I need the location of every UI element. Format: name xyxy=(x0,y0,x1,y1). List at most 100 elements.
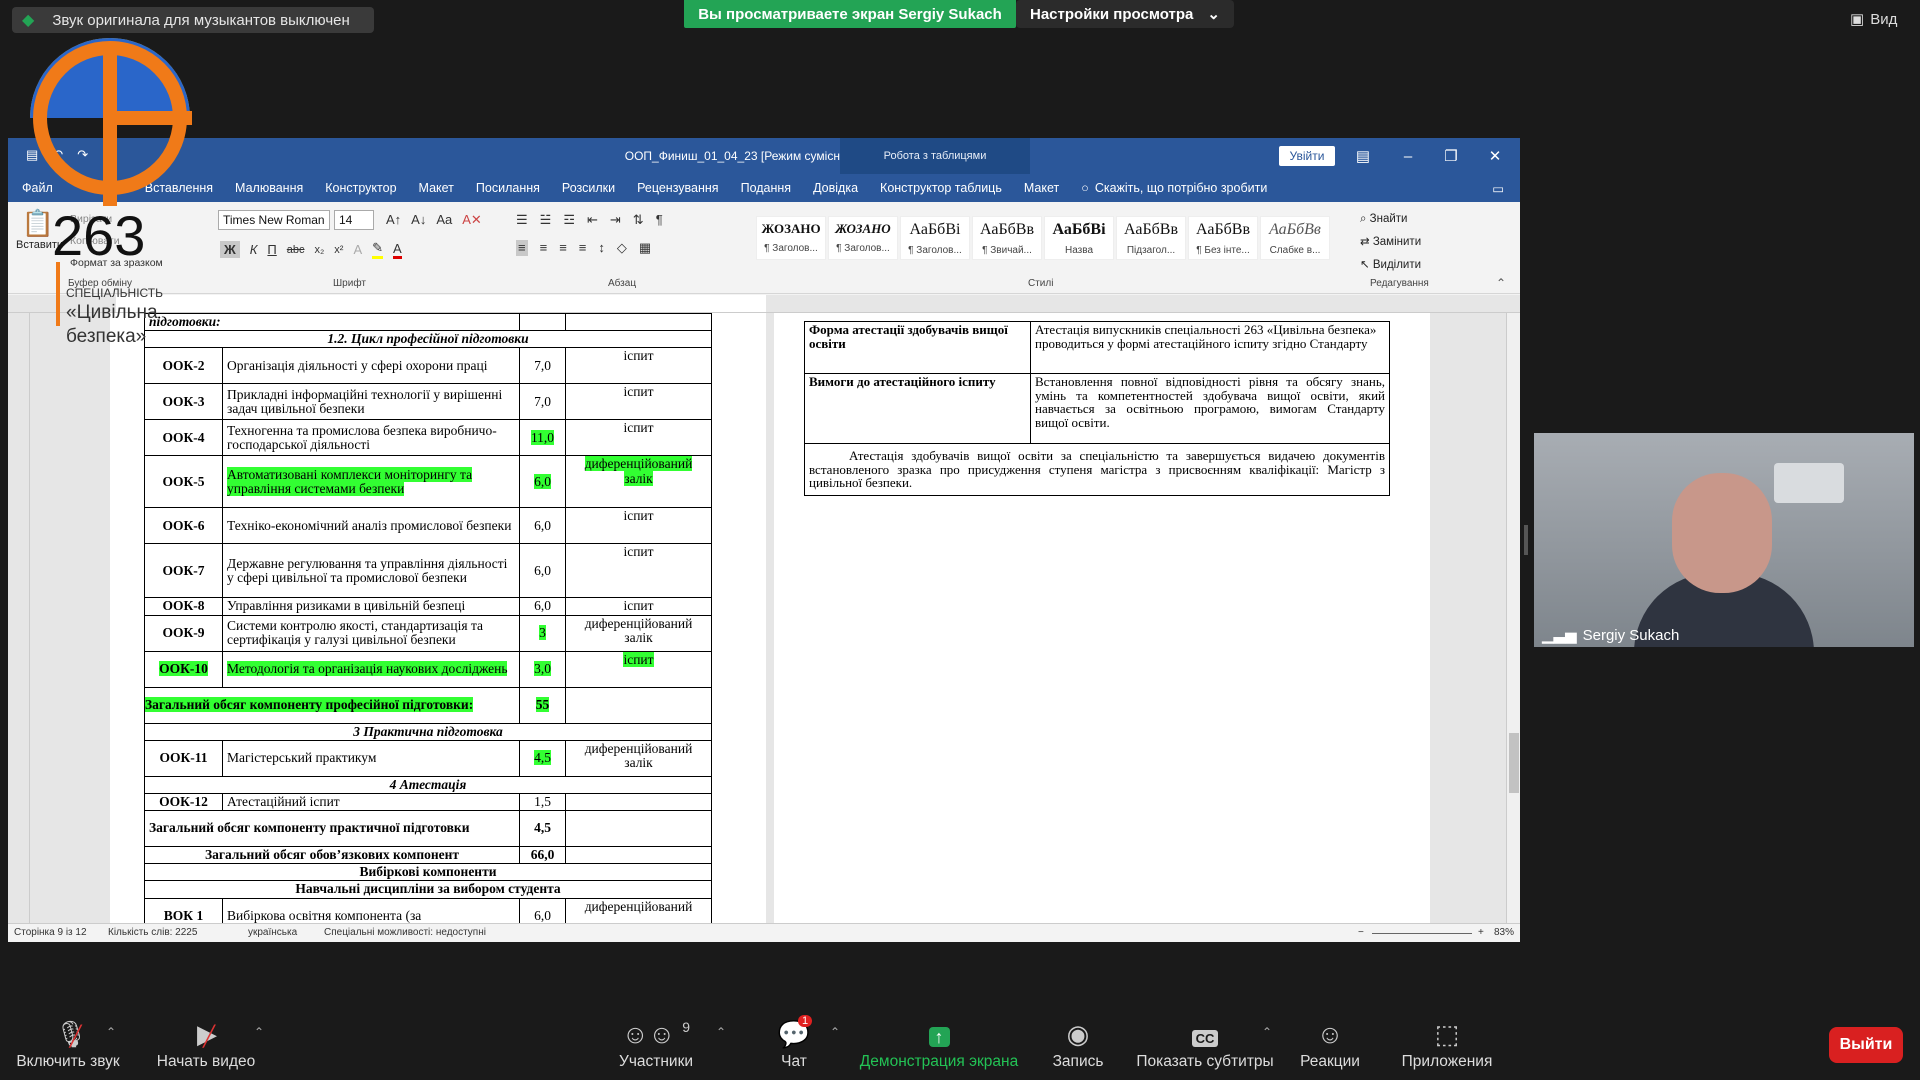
line-spacing-icon[interactable]: ↕ xyxy=(598,240,605,256)
borders-icon[interactable]: ▦ xyxy=(639,240,651,256)
tab-draw[interactable]: Малювання xyxy=(235,181,303,195)
pilcrow-icon[interactable]: ¶ xyxy=(656,212,663,228)
bold-icon[interactable]: Ж xyxy=(220,241,240,258)
increase-indent-icon[interactable]: ⇥ xyxy=(610,212,621,228)
zoom-out-icon[interactable]: − xyxy=(1358,927,1364,938)
participants-options-icon[interactable]: ⌃ xyxy=(716,1025,726,1039)
change-case-icon[interactable]: Aa xyxy=(436,212,452,228)
document-page-left[interactable]: підготовки: 1.2. Цикл професійної підгот… xyxy=(110,312,766,935)
align-left-icon[interactable]: ≡ xyxy=(516,240,528,256)
style-heading-3[interactable]: АаБбВі ¶ Заголов... xyxy=(900,216,970,260)
leave-button[interactable]: Выйти xyxy=(1829,1027,1903,1063)
align-center-icon[interactable]: ≡ xyxy=(540,240,548,256)
minimize-icon[interactable]: – xyxy=(1393,144,1423,168)
participants-button[interactable]: ☺☺ 9 Участники xyxy=(614,1019,698,1071)
style-title[interactable]: АаБбВі Назва xyxy=(1044,216,1114,260)
italic-icon[interactable]: К xyxy=(250,242,258,257)
numbering-icon[interactable]: ☱ xyxy=(540,212,552,228)
font-color-icon[interactable]: A xyxy=(393,241,402,259)
multilevel-list-icon[interactable]: ☲ xyxy=(563,212,575,228)
style-heading-2[interactable]: ЖОЗАНО ¶ Заголов... xyxy=(828,216,898,260)
style-normal[interactable]: АаБбВв ¶ Звичай... xyxy=(972,216,1042,260)
tab-references[interactable]: Посилання xyxy=(476,181,540,195)
decrease-indent-icon[interactable]: ⇤ xyxy=(587,212,598,228)
zoom-slider[interactable] xyxy=(1372,933,1472,934)
start-video-button[interactable]: ▶╱ Начать видео xyxy=(148,1019,264,1071)
tab-design[interactable]: Конструктор xyxy=(325,181,396,195)
shading-icon[interactable]: ◇ xyxy=(617,240,627,256)
zoom-in-icon[interactable]: + xyxy=(1478,927,1484,938)
align-right-icon[interactable]: ≡ xyxy=(559,240,567,256)
tab-help[interactable]: Довідка xyxy=(813,181,858,195)
style-no-spacing[interactable]: АаБбВв ¶ Без інте... xyxy=(1188,216,1258,260)
style-subtitle[interactable]: АаБбВв Підзагол... xyxy=(1116,216,1186,260)
word-title-bar: ▤ ↶ ↷ ООП_Финиш_01_04_23 [Режим суміснос… xyxy=(8,138,1520,174)
air-conditioner xyxy=(1774,463,1844,503)
section-heading: 4 Атестація xyxy=(144,775,712,794)
tab-mailings[interactable]: Розсилки xyxy=(562,181,615,195)
shrink-font-icon[interactable]: A↓ xyxy=(411,212,426,228)
vertical-scrollbar[interactable] xyxy=(1506,313,1520,923)
page-indicator[interactable]: Сторінка 9 із 12 xyxy=(14,927,87,938)
view-settings-button[interactable]: Настройки просмотра ⌄ xyxy=(1016,0,1234,28)
grow-font-icon[interactable]: A↑ xyxy=(386,212,401,228)
audio-options-icon[interactable]: ⌃ xyxy=(106,1025,116,1039)
table-row: Вимоги до атестаційного іспиту Встановлен… xyxy=(804,373,1390,444)
view-button[interactable]: ▣ Вид xyxy=(1850,10,1897,29)
logo-mark xyxy=(30,38,192,206)
style-heading-1[interactable]: ЖОЗАНО ¶ Заголов... xyxy=(756,216,826,260)
justify-icon[interactable]: ≡ xyxy=(579,240,587,256)
font-size-select[interactable]: 14 xyxy=(334,210,374,230)
chat-button[interactable]: 💬 1 Чат xyxy=(772,1015,816,1071)
clear-format-icon[interactable]: A✕ xyxy=(462,212,482,228)
horizontal-ruler[interactable] xyxy=(8,295,1520,313)
language-indicator[interactable]: українська xyxy=(248,927,297,938)
word-count[interactable]: Кількість слів: 2225 xyxy=(108,927,197,938)
text-effects-icon[interactable]: A xyxy=(353,242,362,257)
participant-video[interactable]: ▁▃▅ Sergiy Sukach xyxy=(1534,433,1914,647)
replace-button[interactable]: ⇄ Замінити xyxy=(1360,231,1421,254)
tell-me-search[interactable]: ○ Скажіть, що потрібно зробити xyxy=(1081,181,1267,195)
document-page-right[interactable]: Форма атестації здобувачів вищої освіти А… xyxy=(774,313,1430,923)
find-button[interactable]: ⌕ Знайти xyxy=(1360,208,1421,231)
subscript-icon[interactable]: x₂ xyxy=(315,244,325,256)
collapse-ribbon-icon[interactable]: ⌃ xyxy=(1496,276,1506,290)
table-row: ООК-2 Організація діяльності у сфері охор… xyxy=(144,347,712,385)
style-subtle-emphasis[interactable]: АаБбВв Слабке в... xyxy=(1260,216,1330,260)
cursor-icon: ↖ xyxy=(1360,259,1373,271)
ribbon-display-icon[interactable]: ▤ xyxy=(1348,144,1378,168)
tab-view[interactable]: Подання xyxy=(741,181,791,195)
chat-options-icon[interactable]: ⌃ xyxy=(830,1025,840,1039)
record-button[interactable]: ◉ Запись xyxy=(1050,1019,1106,1071)
editing-group-label: Редагування xyxy=(1370,278,1429,289)
captions-options-icon[interactable]: ⌃ xyxy=(1262,1025,1272,1039)
highlight-icon[interactable]: ✎ xyxy=(372,240,384,259)
captions-button[interactable]: CC Показать субтитры xyxy=(1136,1019,1274,1071)
tab-table-design[interactable]: Конструктор таблиць xyxy=(880,181,1002,195)
sort-icon[interactable]: ⇅ xyxy=(633,212,644,228)
font-name-select[interactable]: Times New Roman xyxy=(218,210,330,230)
bullets-icon[interactable]: ☰ xyxy=(516,212,528,228)
video-options-icon[interactable]: ⌃ xyxy=(254,1025,264,1039)
vertical-ruler[interactable] xyxy=(8,313,30,923)
panel-resize-handle[interactable] xyxy=(1524,525,1528,555)
comments-icon[interactable]: ▭ xyxy=(1492,181,1504,196)
select-button[interactable]: ↖ Виділити xyxy=(1360,254,1421,277)
sign-in-button[interactable]: Увійти xyxy=(1279,146,1335,166)
close-icon[interactable]: ✕ xyxy=(1480,144,1510,168)
restore-icon[interactable]: ❐ xyxy=(1436,144,1466,168)
apps-button[interactable]: ⬚ Приложения xyxy=(1392,1019,1502,1071)
section-heading: 1.2. Цикл професійної підготовки xyxy=(144,330,712,349)
table-row: ООК-8 Управління ризиками в цивільній без… xyxy=(144,597,712,616)
tab-table-layout[interactable]: Макет xyxy=(1024,181,1059,195)
accessibility-indicator[interactable]: Спеціальні можливості: недоступні xyxy=(324,927,486,938)
reactions-button[interactable]: ☺ Реакции xyxy=(1294,1019,1366,1071)
scrollbar-thumb[interactable] xyxy=(1509,733,1519,793)
share-screen-button[interactable]: ↑ Демонстрация экрана xyxy=(858,1019,1020,1071)
underline-icon[interactable]: П xyxy=(267,242,276,257)
superscript-icon[interactable]: x² xyxy=(334,244,343,256)
tab-review[interactable]: Рецензування xyxy=(637,181,718,195)
tab-layout[interactable]: Макет xyxy=(419,181,454,195)
strikethrough-icon[interactable]: abc xyxy=(287,244,305,256)
zoom-level[interactable]: 83% xyxy=(1494,927,1514,938)
